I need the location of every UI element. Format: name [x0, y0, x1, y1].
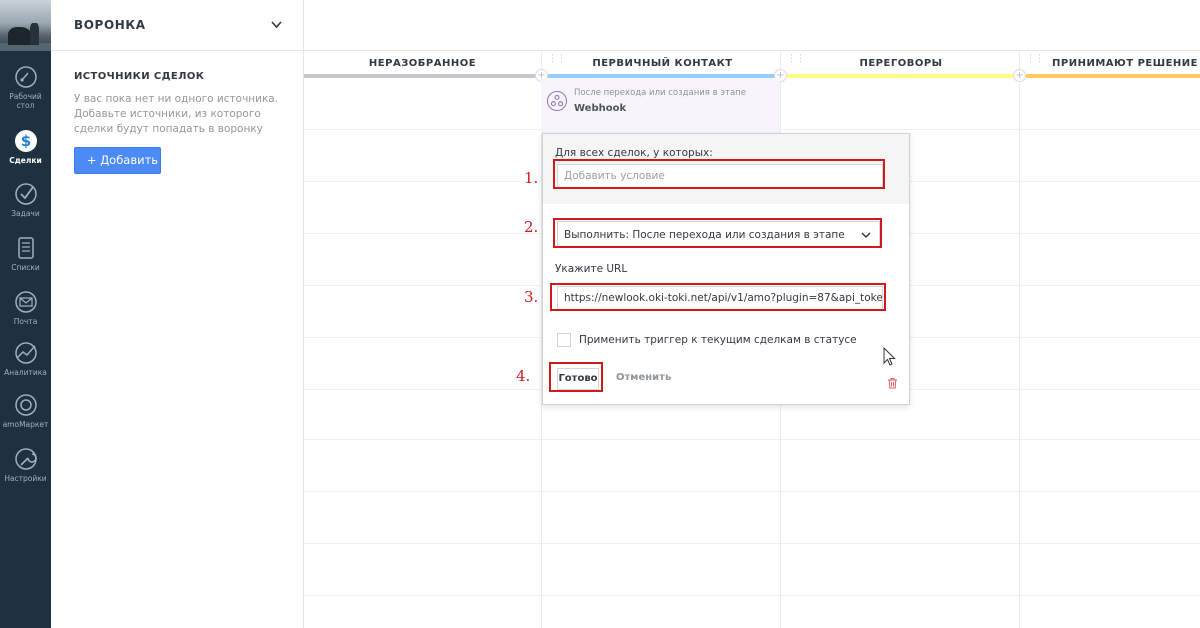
nav-label-tasks: Задачи: [11, 209, 40, 218]
drag-handle-icon[interactable]: ⋮⋮: [787, 55, 805, 69]
apply-trigger-label[interactable]: Применить триггер к текущим сделкам в ст…: [579, 334, 857, 346]
drag-handle-icon[interactable]: ⋮⋮: [548, 55, 566, 69]
nav-item-market[interactable]: amoМаркет: [0, 392, 51, 429]
nav-label-settings: Настройки: [4, 474, 47, 483]
panel-header[interactable]: ВОРОНКА: [51, 0, 304, 51]
apply-trigger-checkbox[interactable]: [557, 333, 571, 347]
nav-item-lists[interactable]: Списки: [0, 235, 51, 272]
sources-title: ИСТОЧНИКИ СДЕЛОК: [74, 71, 205, 82]
app-root: Рабочий стол $ Сделки Задачи Списки Почт…: [0, 0, 1200, 628]
nav-item-tasks[interactable]: Задачи: [0, 181, 51, 218]
column-color-bar: [787, 74, 1015, 78]
add-stage-plus-icon[interactable]: +: [1013, 69, 1026, 82]
url-label: Укажите URL: [555, 263, 628, 275]
column-header-deciding[interactable]: ПРИНИМАЮТ РЕШЕНИЕ: [1026, 51, 1200, 78]
highlight-url: [550, 283, 886, 311]
card-subtitle: После перехода или создания в этапе: [574, 88, 746, 98]
main-nav: Рабочий стол $ Сделки Задачи Списки Почт…: [0, 0, 51, 628]
cancel-button[interactable]: Отменить: [616, 372, 671, 383]
column-color-bar: [304, 74, 541, 78]
gauge-icon: [14, 66, 37, 88]
column-name: ПЕРВИЧНЫЙ КОНТАКТ: [592, 58, 733, 69]
column-header-negotiations[interactable]: ПЕРЕГОВОРЫ: [787, 51, 1015, 78]
webhook-trigger-card[interactable]: После перехода или создания в этапе Webh…: [541, 78, 780, 134]
sources-empty-text: У вас пока нет ни одного источника. Доба…: [74, 93, 279, 135]
nav-label-analytics: Аналитика: [4, 368, 47, 377]
annotation-number: 1.: [524, 169, 539, 187]
pipeline-title: ВОРОНКА: [74, 18, 146, 32]
nav-item-settings[interactable]: Настройки: [0, 446, 51, 483]
nav-item-deals[interactable]: $ Сделки: [0, 128, 51, 165]
list-icon: [17, 237, 34, 259]
mouse-cursor-icon: [883, 347, 896, 366]
webhook-icon: [547, 91, 567, 111]
nav-label-mail: Почта: [13, 317, 38, 326]
annotation-number: 4.: [516, 367, 531, 385]
nav-item-dashboard[interactable]: Рабочий стол: [0, 64, 51, 110]
nav-label-deals: Сделки: [9, 156, 42, 165]
pipeline-settings-panel: ВОРОНКА ИСТОЧНИКИ СДЕЛОК У вас пока нет …: [51, 0, 304, 628]
card-title: Webhook: [574, 103, 627, 114]
nav-label-lists: Списки: [11, 263, 40, 272]
nav-label-market: amoМаркет: [2, 420, 49, 429]
market-icon: [14, 394, 37, 416]
dollar-icon: $: [14, 130, 37, 152]
column-header-unsorted[interactable]: НЕРАЗОБРАННОЕ: [304, 51, 541, 78]
svg-text:$: $: [20, 132, 30, 150]
nav-item-mail[interactable]: Почта: [0, 289, 51, 326]
board-toolbar: [304, 0, 1200, 51]
column-color-bar: [1026, 74, 1200, 78]
highlight-execute: [553, 218, 882, 248]
column-name: ПЕРЕГОВОРЫ: [859, 58, 943, 69]
column-name: НЕРАЗОБРАННОЕ: [368, 58, 477, 69]
highlight-condition: [553, 159, 885, 189]
mail-icon: [14, 291, 37, 313]
chart-icon: [14, 342, 37, 364]
annotation-number: 2.: [524, 218, 539, 236]
annotation-number: 3.: [524, 288, 539, 306]
column-name: ПРИНИМАЮТ РЕШЕНИЕ: [1052, 58, 1198, 69]
check-icon: [14, 183, 37, 205]
highlight-done: [549, 362, 603, 392]
condition-label: Для всех сделок, у которых:: [555, 147, 713, 159]
account-logo[interactable]: [0, 0, 51, 51]
nav-item-analytics[interactable]: Аналитика: [0, 340, 51, 377]
trash-icon[interactable]: [887, 377, 898, 389]
add-source-button[interactable]: + Добавить: [74, 147, 161, 174]
drag-handle-icon[interactable]: ⋮⋮: [1026, 55, 1044, 69]
nav-label-dashboard: Рабочий стол: [9, 92, 42, 110]
wrench-icon: [14, 448, 37, 470]
chevron-down-icon[interactable]: [271, 19, 282, 30]
column-header-first-contact[interactable]: ПЕРВИЧНЫЙ КОНТАКТ: [548, 51, 777, 78]
